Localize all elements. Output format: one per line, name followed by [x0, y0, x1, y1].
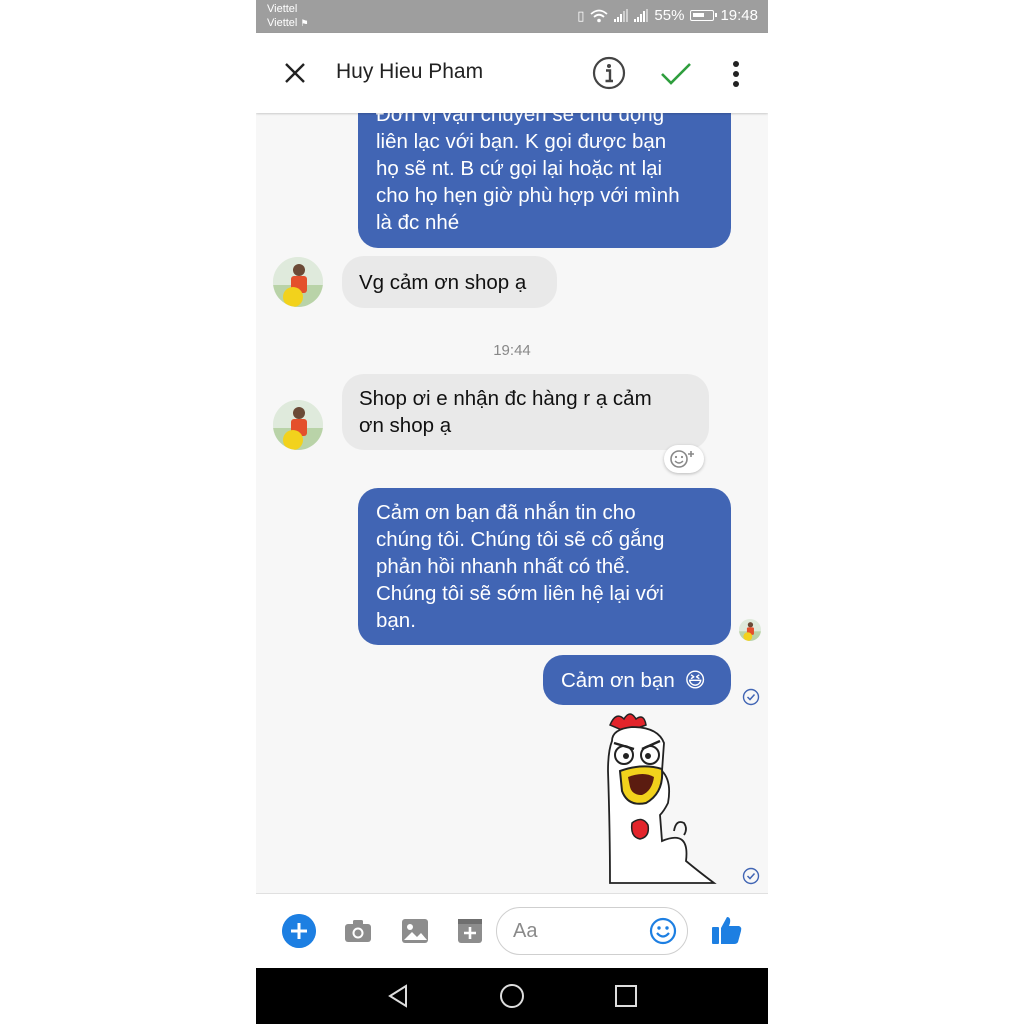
system-nav-bar: [256, 968, 768, 1024]
back-icon[interactable]: [384, 982, 412, 1010]
read-receipt-avatar: [739, 619, 761, 641]
rooster-sticker[interactable]: [602, 711, 722, 886]
status-icons: ▯ 55% 19:48: [577, 7, 758, 24]
message-outgoing[interactable]: Đơn vị vận chuyển sẽ chủ động liên lạc v…: [358, 113, 731, 248]
message-placeholder: Aa: [513, 920, 538, 942]
delivered-check-icon: [742, 688, 760, 706]
message-incoming[interactable]: Vg cảm ơn shop ạ: [342, 256, 557, 308]
conversation-header: Huy Hieu Pham: [256, 33, 768, 113]
message-line: Cảm ơn bạn: [561, 669, 675, 692]
image-icon[interactable]: [400, 916, 430, 946]
battery-icon: [690, 10, 718, 21]
message-outgoing[interactable]: Cảm ơn bạn đã nhắn tin cho chúng tôi. Ch…: [358, 488, 731, 645]
composer-bar: Aa: [256, 893, 768, 969]
message-line: Chúng tôi sẽ sớm liên hệ lại với: [376, 582, 664, 605]
message-line: phản hồi nhanh nhất có thể.: [376, 555, 631, 578]
message-line: Shop ơi e nhận đc hàng r ạ cảm: [359, 387, 652, 410]
message-list[interactable]: Đơn vị vận chuyển sẽ chủ động liên lạc v…: [256, 113, 768, 893]
contact-name[interactable]: Huy Hieu Pham: [336, 60, 483, 84]
wifi-icon: [590, 9, 609, 22]
clock: 19:48: [720, 7, 758, 24]
like-icon[interactable]: [711, 914, 743, 946]
message-line: liên lạc với bạn. K gọi được bạn: [376, 130, 667, 153]
recents-icon[interactable]: [612, 982, 640, 1010]
status-bar: Viettel Viettel ⚑ ▯ 55% 19:48: [256, 0, 768, 33]
carrier-info: Viettel Viettel ⚑: [267, 2, 308, 30]
laughing-emoji: 😆: [684, 668, 706, 692]
plus-icon[interactable]: [282, 914, 316, 948]
message-line: bạn.: [376, 609, 416, 632]
carrier-1: Viettel: [267, 3, 298, 15]
add-reaction-button[interactable]: [664, 445, 704, 473]
close-icon[interactable]: [284, 62, 306, 84]
sticker-icon[interactable]: [455, 916, 485, 946]
emoji-icon[interactable]: [649, 917, 677, 945]
message-input[interactable]: Aa: [496, 907, 688, 955]
message-incoming[interactable]: Shop ơi e nhận đc hàng r ạ cảm ơn shop ạ: [342, 374, 709, 450]
message-line: là đc nhé: [376, 211, 460, 234]
signal-icon-2: [634, 9, 649, 22]
timestamp: 19:44: [493, 342, 531, 359]
more-icon[interactable]: [730, 60, 742, 88]
battery-percent: 55%: [654, 7, 685, 24]
phone-screen: Viettel Viettel ⚑ ▯ 55% 19:48 Huy Hieu Ph…: [256, 0, 768, 1024]
message-line: Đơn vị vận chuyển sẽ chủ động: [376, 113, 665, 126]
message-line: Vg cảm ơn shop ạ: [359, 271, 527, 294]
vibrate-icon: ▯: [577, 7, 585, 23]
info-icon[interactable]: [592, 56, 626, 90]
home-icon[interactable]: [498, 982, 526, 1010]
message-line: cho họ hẹn giờ phù hợp với mình: [376, 184, 680, 207]
message-line: ơn shop ạ: [359, 414, 452, 437]
message-line: chúng tôi. Chúng tôi sẽ cố gắng: [376, 528, 665, 551]
delivered-check-icon: [742, 867, 760, 885]
signal-icon-1: [614, 9, 629, 22]
message-line: họ sẽ nt. B cứ gọi lại hoặc nt lại: [376, 157, 663, 180]
message-line: Cảm ơn bạn đã nhắn tin cho: [376, 501, 636, 524]
message-outgoing[interactable]: Cảm ơn bạn 😆: [543, 655, 731, 705]
flag-icon: ⚑: [300, 18, 309, 28]
avatar[interactable]: [273, 257, 323, 307]
check-icon[interactable]: [660, 61, 692, 87]
camera-icon[interactable]: [343, 916, 373, 946]
carrier-2: Viettel: [267, 17, 298, 29]
avatar[interactable]: [273, 400, 323, 450]
